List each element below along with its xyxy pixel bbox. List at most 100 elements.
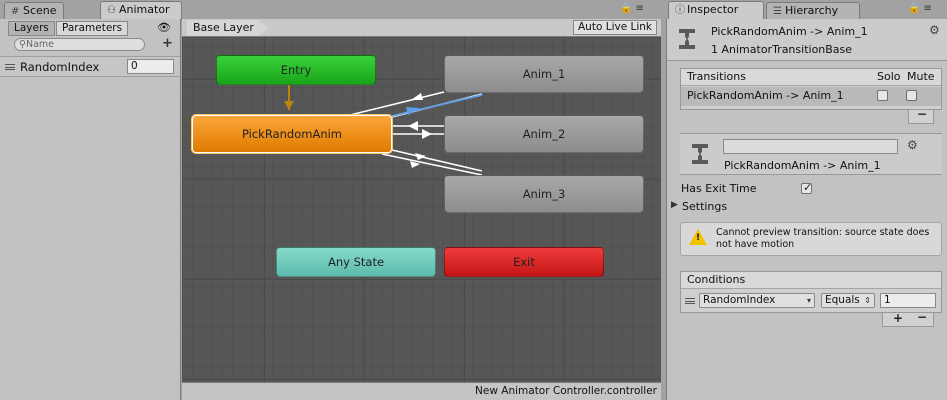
solo-label: Solo <box>877 70 901 83</box>
conditions-list-footer: + − <box>882 310 934 327</box>
pick-random-anim-label: PickRandomAnim <box>241 127 343 141</box>
transition-line-anim3-b[interactable] <box>391 149 483 172</box>
tab-inspector-label: Inspector <box>687 3 739 16</box>
menu-icon[interactable]: ≡ <box>923 3 934 14</box>
transition-line-selected[interactable] <box>391 94 483 117</box>
anim3-node[interactable]: Anim_3 <box>444 175 644 213</box>
settings-foldout-icon[interactable]: ▶ <box>671 200 678 210</box>
settings-label[interactable]: Settings <box>682 200 727 213</box>
left-tab-strip: # Scene ⚇ Animator 🔒≡ <box>0 0 662 20</box>
remove-condition-button[interactable]: − <box>917 310 927 324</box>
condition-drag-handle-icon[interactable] <box>685 298 695 304</box>
tab-scene-label: Scene <box>23 4 57 17</box>
transition-row-name: PickRandomAnim -> Anim_1 <box>687 89 844 102</box>
parameter-value-field[interactable]: 0 <box>127 59 174 74</box>
pick-random-anim-node[interactable]: PickRandomAnim <box>192 115 392 153</box>
list-icon: ☰ <box>773 6 782 17</box>
graph-toolbar: Base Layer Auto Live Link <box>182 19 661 37</box>
transition-line-anim3-a[interactable] <box>381 153 483 176</box>
lock-icon[interactable]: 🔒 <box>620 3 635 14</box>
any-state-node[interactable]: Any State <box>276 247 436 277</box>
tab-hierarchy[interactable]: ☰ Hierarchy <box>766 2 860 19</box>
tab-inspector[interactable]: ⓘ Inspector <box>668 1 764 20</box>
transition-detail-header: ⚙ PickRandomAnim -> Anim_1 <box>680 133 942 175</box>
warning-text: Cannot preview transition: source state … <box>716 227 930 250</box>
preview-warning: ! Cannot preview transition: source stat… <box>680 222 942 256</box>
tab-animator-label: Animator <box>119 3 170 16</box>
exit-node[interactable]: Exit <box>444 247 604 277</box>
gear-icon[interactable]: ⚙ <box>929 23 940 37</box>
right-tab-strip: ⓘ Inspector ☰ Hierarchy 🔒≡ <box>664 0 947 20</box>
tab-animator[interactable]: ⚇ Animator <box>100 1 182 20</box>
transition-arrow-anim3-b <box>415 153 426 160</box>
entry-node[interactable]: Entry <box>216 55 376 85</box>
condition-parameter-dropdown[interactable]: RandomIndex ▾ <box>699 293 815 308</box>
stepper-arrows-icon: ⇕ <box>864 296 871 305</box>
left-window-controls: 🔒≡ <box>620 3 647 14</box>
inspector-title: PickRandomAnim -> Anim_1 <box>711 25 868 38</box>
controller-name: New Animator Controller.controller <box>475 385 657 397</box>
parameters-panel: Layers Parameters 👁 ⚲Name + RandomIndex … <box>0 19 181 400</box>
transition-icon <box>679 29 695 49</box>
transition-name-field[interactable] <box>723 139 898 154</box>
parameter-row[interactable]: RandomIndex 0 <box>0 56 180 77</box>
auto-live-link-button[interactable]: Auto Live Link <box>573 20 657 35</box>
anim3-label: Anim_3 <box>522 187 566 201</box>
transition-detail-icon <box>692 144 708 164</box>
condition-mode: Equals <box>825 294 860 306</box>
transition-row[interactable]: PickRandomAnim -> Anim_1 <box>681 87 941 106</box>
anim1-node[interactable]: Anim_1 <box>444 55 644 93</box>
lock-icon[interactable]: 🔒 <box>908 3 923 14</box>
search-placeholder: Name <box>25 39 54 50</box>
transition-arrow-anim2-return <box>408 121 418 131</box>
anim1-label: Anim_1 <box>522 67 566 81</box>
entry-node-label: Entry <box>280 63 312 77</box>
drag-handle-icon[interactable] <box>5 64 15 70</box>
graph-status-bar: New Animator Controller.controller <box>182 382 661 400</box>
condition-row[interactable]: RandomIndex ▾ Equals ⇕ 1 <box>681 290 941 312</box>
menu-icon[interactable]: ≡ <box>635 3 646 14</box>
tab-layers[interactable]: Layers <box>8 21 55 36</box>
add-condition-button[interactable]: + <box>893 311 903 325</box>
mute-label: Mute <box>907 70 935 83</box>
breadcrumb-layer[interactable]: Base Layer <box>187 20 268 36</box>
transition-gear-icon[interactable]: ⚙ <box>907 138 918 152</box>
tab-parameters[interactable]: Parameters <box>56 21 129 36</box>
eye-icon[interactable]: 👁 <box>157 21 171 34</box>
transition-line-anim1-return[interactable] <box>349 91 445 116</box>
parameter-search-input[interactable]: ⚲Name <box>14 38 145 51</box>
transitions-list-footer: − <box>908 107 934 124</box>
add-parameter-button[interactable]: + <box>162 36 173 51</box>
conditions-list-header: Conditions <box>681 272 941 289</box>
transition-arrow-anim1-return <box>411 93 423 100</box>
transitions-label: Transitions <box>687 70 746 83</box>
anim2-label: Anim_2 <box>522 127 566 141</box>
parameter-name: RandomIndex <box>20 60 100 74</box>
inspector-subtitle: 1 AnimatorTransitionBase <box>711 43 853 56</box>
grid-icon: # <box>11 6 20 17</box>
entry-transition-arrow <box>284 101 294 110</box>
animator-icon: ⚇ <box>107 5 116 16</box>
animator-graph[interactable]: Entry PickRandomAnim Anim_1 Anim_2 Anim_… <box>182 37 661 382</box>
condition-mode-dropdown[interactable]: Equals ⇕ <box>821 293 875 308</box>
warning-icon-mark: ! <box>696 233 701 243</box>
transition-detail-label: PickRandomAnim -> Anim_1 <box>724 159 881 172</box>
remove-transition-button[interactable]: − <box>917 107 927 121</box>
condition-parameter: RandomIndex <box>703 294 776 306</box>
has-exit-time-checkbox[interactable] <box>801 181 812 194</box>
transitions-list-header: Transitions Solo Mute <box>681 69 941 86</box>
search-icon: ⚲ <box>19 39 26 50</box>
inspector-panel: PickRandomAnim -> Anim_1 1 AnimatorTrans… <box>666 19 947 400</box>
any-state-label: Any State <box>327 255 385 269</box>
tab-scene[interactable]: # Scene <box>4 2 64 19</box>
inspector-header: PickRandomAnim -> Anim_1 1 AnimatorTrans… <box>667 19 947 61</box>
anim2-node[interactable]: Anim_2 <box>444 115 644 153</box>
info-icon: ⓘ <box>675 5 685 16</box>
solo-checkbox[interactable] <box>877 90 888 101</box>
mute-checkbox[interactable] <box>906 90 917 101</box>
condition-value-field[interactable]: 1 <box>880 293 936 308</box>
transitions-list: Transitions Solo Mute PickRandomAnim -> … <box>680 68 942 110</box>
transition-arrow-anim2 <box>422 129 432 139</box>
conditions-label: Conditions <box>687 273 746 286</box>
conditions-list: Conditions RandomIndex ▾ Equals ⇕ 1 <box>680 271 942 313</box>
